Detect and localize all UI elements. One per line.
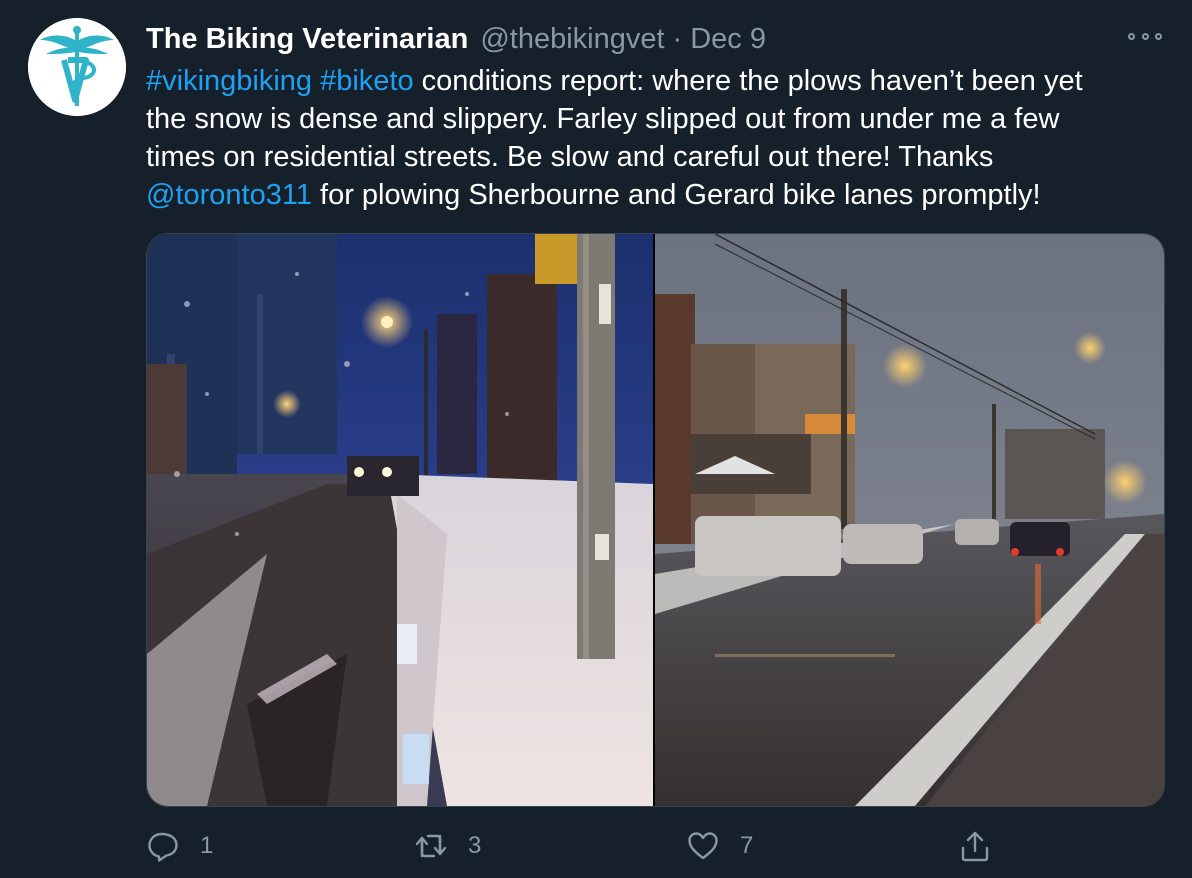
like-count: 7 xyxy=(740,832,754,859)
reply-button[interactable]: 1 xyxy=(146,826,213,866)
hashtag-vikingbiking[interactable]: #vikingbiking xyxy=(146,65,312,97)
display-name[interactable]: The Biking Veterinarian xyxy=(146,23,468,56)
snowy-sidewalk-image xyxy=(147,234,653,806)
more-dot xyxy=(1155,32,1162,40)
retweet-count: 3 xyxy=(468,832,482,859)
photo-snowy-street-dusk[interactable] xyxy=(655,234,1164,806)
tweet-text-line: the snow is dense and slippery. Farley s… xyxy=(146,100,1171,138)
snowy-street-image xyxy=(655,234,1164,806)
tweet-header: The Biking Veterinarian @thebikingvet · … xyxy=(146,20,766,58)
like-button[interactable]: 7 xyxy=(686,826,753,866)
user-handle[interactable]: @thebikingvet xyxy=(480,23,664,56)
reply-count: 1 xyxy=(200,832,214,859)
text-segment: times on residential streets. Be slow an… xyxy=(146,141,994,173)
retweet-button[interactable]: 3 xyxy=(414,826,481,866)
tweet-text-line: #vikingbiking #biketo conditions report:… xyxy=(146,62,1171,100)
avatar[interactable] xyxy=(28,18,126,116)
tweet-date[interactable]: Dec 9 xyxy=(690,23,766,56)
retweet-icon xyxy=(415,834,447,858)
tweet-text: #vikingbiking #biketo conditions report:… xyxy=(146,62,1171,214)
text-segment: the snow is dense and slippery. Farley s… xyxy=(146,103,1060,135)
reply-icon xyxy=(148,832,178,862)
tweet[interactable]: The Biking Veterinarian @thebikingvet · … xyxy=(0,0,1192,878)
tweet-actions: 1 3 7 xyxy=(146,826,1046,866)
more-dot xyxy=(1141,32,1149,40)
text-segment: for plowing Sherbourne and Gerard bike l… xyxy=(311,179,1041,211)
photo-snowy-sidewalk-night[interactable] xyxy=(147,234,653,806)
tweet-text-line: times on residential streets. Be slow an… xyxy=(146,138,1171,176)
text-segment xyxy=(312,65,320,97)
tweet-text-line: @toronto311 for plowing Sherbourne and G… xyxy=(146,176,1171,214)
mention-toronto311[interactable]: @toronto311 xyxy=(146,179,312,211)
share-icon xyxy=(961,831,989,862)
more-dot xyxy=(1128,32,1135,40)
caduceus-vet-logo-icon xyxy=(28,18,126,116)
text-segment: conditions report: where the plows haven… xyxy=(413,65,1083,97)
heart-icon xyxy=(688,832,718,860)
share-button[interactable] xyxy=(958,826,992,866)
separator-dot: · xyxy=(672,22,683,55)
more-options-icon[interactable] xyxy=(1128,26,1162,46)
media-grid xyxy=(146,233,1165,807)
hashtag-biketo[interactable]: #biketo xyxy=(320,65,414,97)
